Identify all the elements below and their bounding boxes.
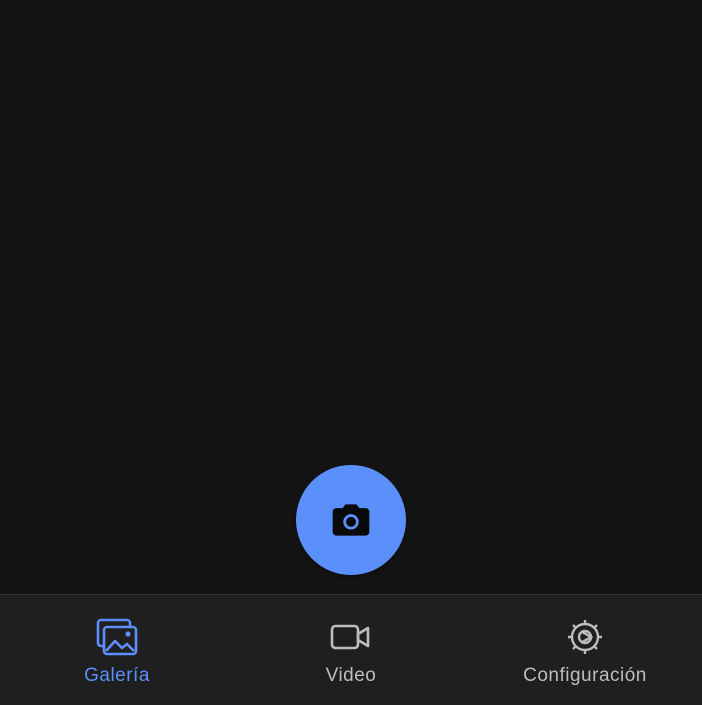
nav-label-configuracion: Configuración: [523, 665, 647, 686]
gallery-icon: [95, 617, 139, 657]
nav-item-galeria[interactable]: Galería: [0, 595, 234, 705]
camera-icon: [332, 504, 370, 536]
nav-item-configuracion[interactable]: Configuración: [468, 595, 702, 705]
nav-item-video[interactable]: Video: [234, 595, 468, 705]
video-camera-icon: [329, 617, 373, 657]
bottom-navigation-bar: Galería Video Configuración: [0, 594, 702, 705]
nav-label-galeria: Galería: [84, 665, 150, 686]
camera-app: Galería Video Configuración: [0, 0, 702, 705]
shutter-button[interactable]: [296, 465, 406, 575]
nav-label-video: Video: [325, 665, 377, 686]
settings-gear-icon: [563, 617, 607, 657]
